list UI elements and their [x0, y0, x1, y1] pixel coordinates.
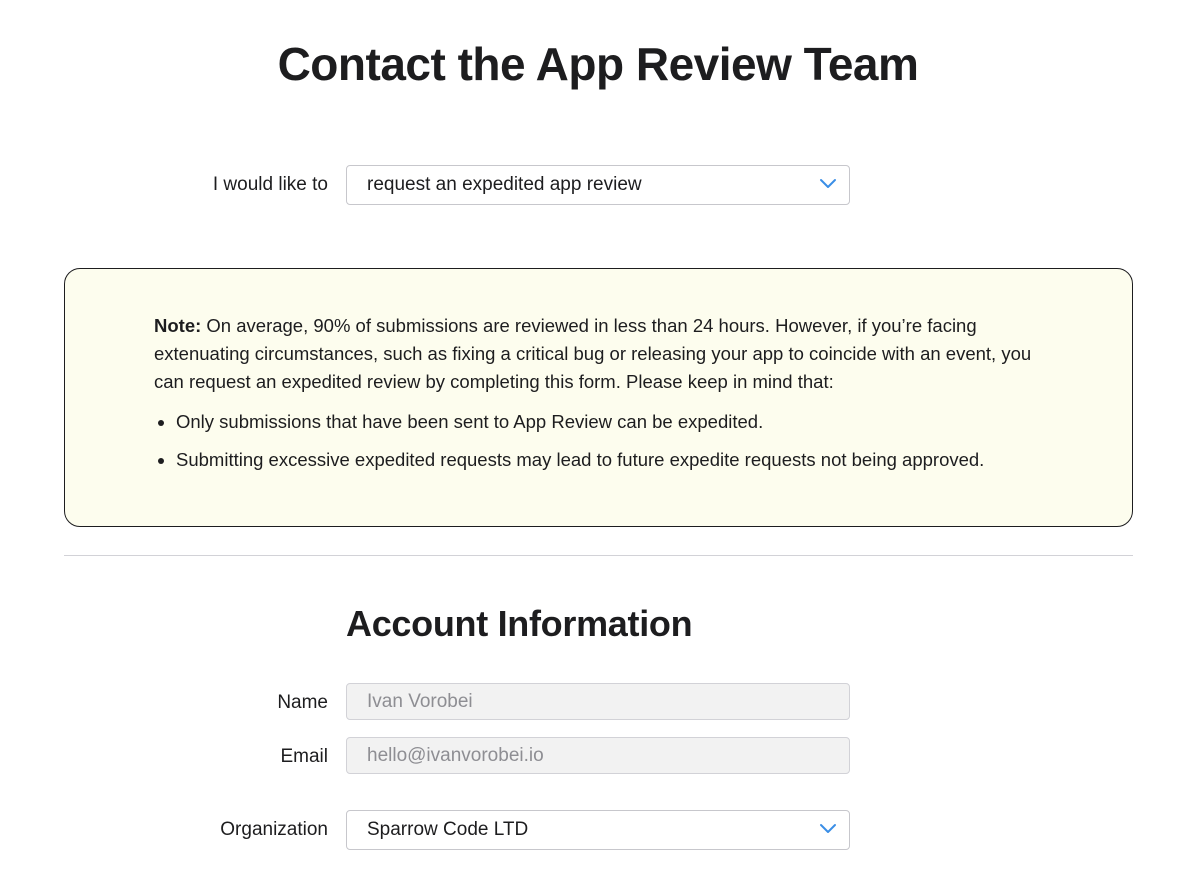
email-field-value: hello@ivanvorobei.io [367, 745, 544, 766]
section-divider [64, 555, 1133, 556]
note-text: On average, 90% of submissions are revie… [154, 315, 1032, 392]
note-paragraph: Note: On average, 90% of submissions are… [154, 312, 1054, 396]
request-type-label: I would like to [212, 174, 328, 195]
email-label: Email [280, 746, 328, 767]
organization-select[interactable]: Sparrow Code LTD [346, 810, 850, 850]
request-type-select[interactable]: request an expedited app review [346, 165, 850, 205]
name-row: Name Ivan Vorobei [0, 683, 1200, 725]
organization-label: Organization [220, 819, 328, 840]
email-field[interactable]: hello@ivanvorobei.io [346, 737, 850, 774]
note-bullet-item: Submitting excessive expedited requests … [176, 446, 1136, 474]
name-field-value: Ivan Vorobei [367, 691, 473, 712]
chevron-down-icon [820, 824, 836, 833]
chevron-down-icon [820, 179, 836, 188]
contact-form-page: Contact the App Review Team I would like… [0, 0, 1200, 872]
note-bullet-list: Only submissions that have been sent to … [154, 408, 1136, 484]
note-bullet-item: Only submissions that have been sent to … [176, 408, 1136, 436]
name-field[interactable]: Ivan Vorobei [346, 683, 850, 720]
organization-selected-value: Sparrow Code LTD [367, 819, 529, 840]
account-section-title: Account Information [346, 603, 693, 644]
name-label: Name [277, 692, 328, 713]
request-type-row: I would like to request an expedited app… [0, 165, 1200, 207]
page-title: Contact the App Review Team [277, 38, 919, 90]
expedite-note-box: Note: On average, 90% of submissions are… [64, 268, 1133, 527]
email-row: Email hello@ivanvorobei.io [0, 737, 1200, 779]
organization-row: Organization Sparrow Code LTD [0, 810, 1200, 852]
request-type-selected-value: request an expedited app review [367, 174, 642, 195]
note-prefix: Note: [154, 315, 202, 336]
